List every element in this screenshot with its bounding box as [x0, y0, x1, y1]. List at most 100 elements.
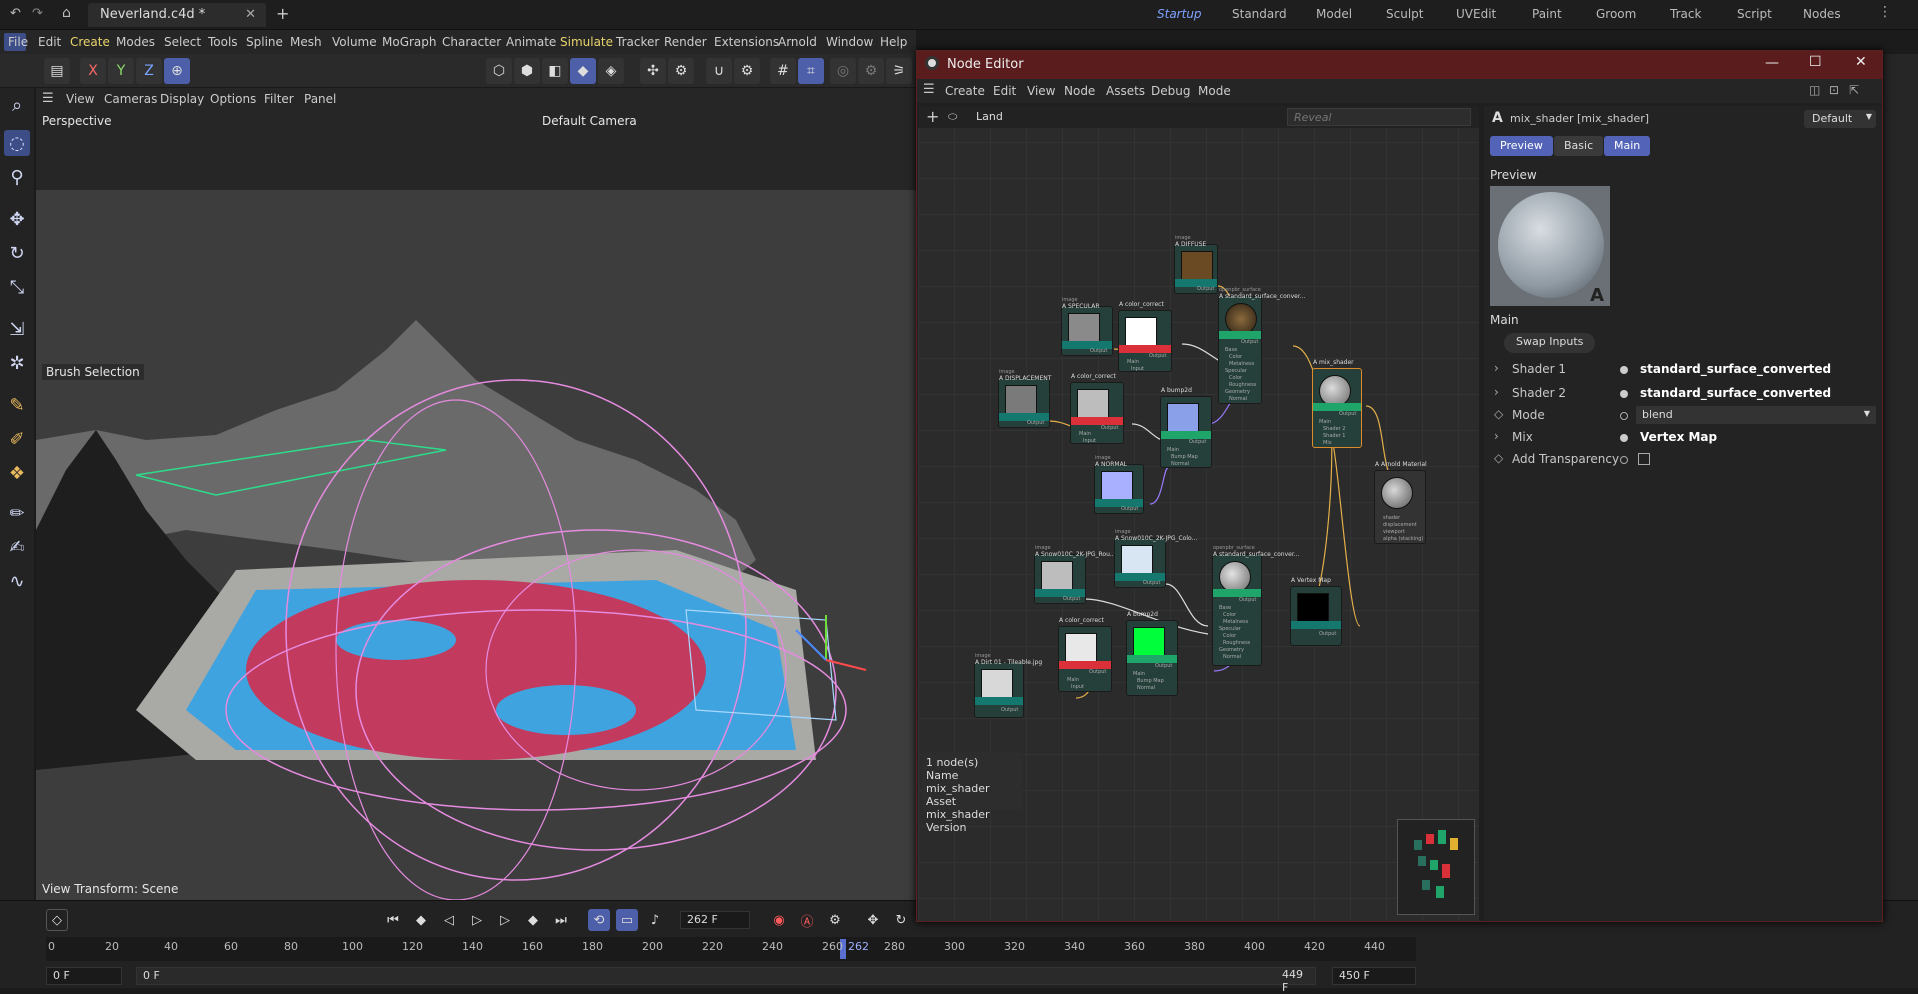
port-shader-2[interactable]: Shader 2	[1323, 426, 1345, 432]
prev-key-icon[interactable]: ◆	[410, 909, 432, 931]
record-icon[interactable]: ◉	[768, 909, 790, 931]
prev-frame-icon[interactable]: ◁	[438, 909, 460, 931]
node-standard-surface-2[interactable]: openpbr_surface A standard_surface_conver…	[1212, 545, 1299, 666]
node-color-correct-1[interactable]: A color_correct Output Main Input	[1118, 301, 1172, 372]
layout-tab-uvedit[interactable]: UVEdit	[1456, 7, 1496, 21]
node-displacement[interactable]: image A DISPLACEMENT Output	[998, 369, 1051, 428]
lock-icon[interactable]: ⊡	[1829, 83, 1839, 97]
port-normal[interactable]: Normal	[1171, 461, 1189, 467]
move-icon[interactable]: ✥	[4, 206, 30, 232]
menu-tracker[interactable]: Tracker	[616, 35, 659, 49]
document-tab[interactable]: Neverland.c4d * ✕	[88, 3, 266, 27]
vp-menu-display[interactable]: Display	[160, 92, 204, 106]
menu-modes[interactable]: Modes	[116, 35, 155, 49]
node-diffuse[interactable]: image A DIFFUSE Output	[1174, 235, 1218, 294]
node-snow-roughness[interactable]: image A Snow010C_2K-JPG_Rou... Output	[1034, 545, 1116, 604]
hamburger-icon[interactable]: ☰	[923, 82, 935, 97]
node-arnold-material[interactable]: A Arnold Material shader displacement vi…	[1374, 461, 1427, 544]
port-output[interactable]: Output	[1241, 339, 1258, 345]
port-output[interactable]: Output	[1089, 669, 1106, 675]
axis-tool-icon[interactable]: ✲	[4, 350, 30, 376]
key-position-icon[interactable]: ✥	[862, 909, 884, 931]
ne-menu-debug[interactable]: Debug	[1151, 84, 1190, 98]
transform-icon[interactable]: ⇲	[4, 316, 30, 342]
menu-create[interactable]: Create	[70, 35, 110, 49]
port-roughness[interactable]: Roughness	[1223, 640, 1250, 646]
menu-arnold[interactable]: Arnold	[778, 35, 817, 49]
expand-icon[interactable]: ›	[1494, 361, 1499, 375]
node-bump2d-1[interactable]: A bump2d Output Main Bump Map Normal	[1160, 387, 1212, 468]
sound-icon[interactable]: ♪	[644, 909, 666, 931]
node-graph[interactable]: + ⬭ Land imageA DIFFUSE	[918, 106, 1479, 921]
brush-icon[interactable]: ✏	[4, 500, 30, 526]
keyframe-diamond-icon[interactable]: ◇	[46, 909, 68, 931]
viewport[interactable]: ☰ View Cameras Display Options Filter Pa…	[36, 88, 916, 900]
goto-start-icon[interactable]: ⏮	[382, 909, 404, 931]
vp-menu-cameras[interactable]: Cameras	[104, 92, 157, 106]
menu-edit[interactable]: Edit	[38, 35, 61, 49]
menu-character[interactable]: Character	[442, 35, 501, 49]
port-metalness[interactable]: Metalness	[1223, 619, 1248, 625]
layout-tab-track[interactable]: Track	[1670, 7, 1701, 21]
grid-icon[interactable]: #	[770, 58, 796, 84]
connected-icon[interactable]	[1620, 434, 1628, 442]
layout-tab-paint[interactable]: Paint	[1532, 7, 1562, 21]
start-frame-field[interactable]: 0 F	[46, 967, 122, 985]
new-tab-icon[interactable]: +	[276, 4, 289, 23]
port-output[interactable]: Output	[1101, 425, 1118, 431]
ne-menu-mode[interactable]: Mode	[1198, 84, 1231, 98]
undo-icon[interactable]: ↶	[10, 6, 21, 21]
points-mode-icon[interactable]: ⬡	[486, 58, 512, 84]
layout-tab-standard[interactable]: Standard	[1232, 7, 1287, 21]
hamburger-icon[interactable]: ☰	[42, 91, 54, 106]
port-output[interactable]: Output	[1239, 597, 1256, 603]
layout-tab-nodes[interactable]: Nodes	[1803, 7, 1841, 21]
next-key-icon[interactable]: ◆	[522, 909, 544, 931]
node-mix-shader[interactable]: A mix_shader Output Main Shader 2 Shader…	[1312, 359, 1362, 448]
menu-file[interactable]: File	[8, 35, 28, 49]
port-output[interactable]: Output	[1189, 439, 1206, 445]
graph-minimap[interactable]	[1397, 819, 1475, 915]
autokey-icon[interactable]: Ⓐ	[796, 909, 818, 931]
menu-select[interactable]: Select	[164, 35, 201, 49]
popout-icon[interactable]: ⇱	[1849, 83, 1859, 97]
minimize-icon[interactable]: —	[1765, 55, 1779, 71]
play-icon[interactable]: ▷	[466, 909, 488, 931]
snap-settings-icon[interactable]: ⚙	[734, 58, 760, 84]
menu-render[interactable]: Render	[664, 35, 707, 49]
connected-icon[interactable]	[1620, 366, 1628, 374]
world-coords-icon[interactable]: ⊕	[164, 58, 190, 84]
render-region-icon[interactable]: ◎	[830, 58, 856, 84]
port-output[interactable]: Output	[1090, 348, 1107, 354]
menu-extensions[interactable]: Extensions	[714, 35, 779, 49]
node-normal[interactable]: image A NORMAL Output	[1094, 455, 1144, 514]
ne-menu-view[interactable]: View	[1027, 84, 1055, 98]
port-output[interactable]: Output	[1149, 353, 1166, 359]
live-select-icon[interactable]: ◌	[4, 130, 30, 156]
layout-tab-groom[interactable]: Groom	[1596, 7, 1636, 21]
layout-tab-script[interactable]: Script	[1737, 7, 1772, 21]
menu-window[interactable]: Window	[826, 35, 873, 49]
preset-dropdown[interactable]: Default ▼	[1804, 110, 1876, 128]
range-icon[interactable]: ▭	[616, 909, 638, 931]
rotate-icon[interactable]: ↻	[4, 240, 30, 266]
port-output[interactable]: Output	[1339, 411, 1356, 417]
edges-mode-icon[interactable]: ⬢	[514, 58, 540, 84]
node-dirt-image[interactable]: image A Dirt 01 - Tileable.jpg Output	[974, 653, 1042, 718]
home-icon[interactable]: ⌂	[62, 5, 71, 21]
transparency-checkbox[interactable]	[1638, 453, 1650, 465]
paint-icon[interactable]: ✍	[4, 534, 30, 560]
menu-spline[interactable]: Spline	[246, 35, 283, 49]
vp-menu-panel[interactable]: Panel	[304, 92, 336, 106]
menu-simulate[interactable]: Simulate	[560, 35, 613, 49]
menu-mesh[interactable]: Mesh	[290, 35, 322, 49]
end-frame-field[interactable]: 449 F	[1276, 967, 1316, 994]
param-mix[interactable]: › Mix Vertex Map	[1490, 428, 1876, 448]
axis-z-toggle[interactable]: Z	[136, 58, 162, 84]
param-mode[interactable]: ◇ Mode blend ▼	[1490, 406, 1876, 426]
param-add-transparency[interactable]: ◇ Add Transparency	[1490, 450, 1876, 470]
node-vertex-map[interactable]: A Vertex Map Output	[1290, 577, 1342, 646]
close-icon[interactable]: ✕	[245, 7, 256, 22]
port-normal[interactable]: Normal	[1137, 685, 1155, 691]
spline-tool-icon[interactable]: ∿	[4, 568, 30, 594]
